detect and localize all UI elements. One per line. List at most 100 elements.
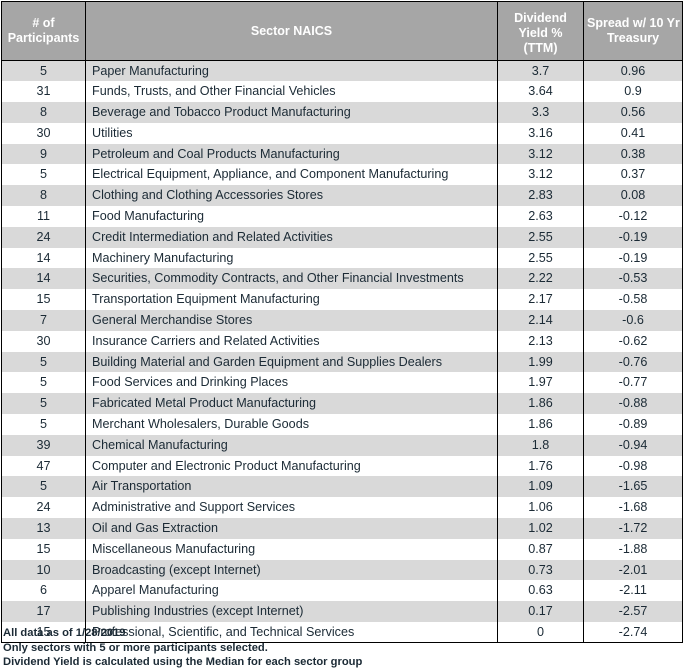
cell-spread[interactable]: -2.57	[583, 601, 683, 623]
cell-yield[interactable]: 2.17	[497, 289, 584, 311]
table-row[interactable]: 5 Merchant Wholesalers, Durable Goods 1.86…	[1, 414, 683, 435]
cell-sector[interactable]: Credit Intermediation and Related Activi…	[85, 226, 498, 248]
cell-participants[interactable]: 9	[1, 143, 86, 165]
table-row[interactable]: 30 Utilities 3.16 0.41	[1, 122, 683, 144]
cell-participants[interactable]: 47	[1, 455, 86, 477]
cell-spread[interactable]: -1.88	[583, 538, 683, 560]
cell-participants[interactable]: 5	[1, 164, 86, 186]
cell-sector[interactable]: Food Services and Drinking Places	[85, 372, 498, 394]
cell-yield[interactable]: 2.55	[497, 226, 584, 248]
cell-spread[interactable]: -0.98	[583, 455, 683, 477]
table-row[interactable]: 7 General Merchandise Stores 2.14 -0.6	[1, 310, 683, 331]
table-row[interactable]: 47 Computer and Electronic Product Manufa…	[1, 455, 683, 477]
cell-yield[interactable]: 3.12	[497, 143, 584, 165]
cell-yield[interactable]: 1.02	[497, 518, 584, 539]
table-row[interactable]: 31 Funds, Trusts, and Other Financial Veh…	[1, 81, 683, 103]
cell-yield[interactable]: 3.12	[497, 164, 584, 186]
cell-yield[interactable]: 2.22	[497, 268, 584, 290]
cell-sector[interactable]: Miscellaneous Manufacturing	[85, 538, 498, 560]
cell-spread[interactable]: -0.89	[583, 414, 683, 435]
cell-spread[interactable]: -2.11	[583, 580, 683, 602]
cell-spread[interactable]: 0.96	[583, 60, 683, 82]
cell-participants[interactable]: 11	[1, 206, 86, 227]
cell-sector[interactable]: Administrative and Support Services	[85, 497, 498, 519]
table-row[interactable]: 15 Miscellaneous Manufacturing 0.87 -1.88	[1, 538, 683, 560]
cell-yield[interactable]: 1.06	[497, 497, 584, 519]
cell-spread[interactable]: -0.19	[583, 226, 683, 248]
cell-participants[interactable]: 7	[1, 310, 86, 331]
table-row[interactable]: 9 Petroleum and Coal Products Manufacturi…	[1, 143, 683, 165]
cell-sector[interactable]: Apparel Manufacturing	[85, 580, 498, 602]
table-row[interactable]: 13 Oil and Gas Extraction 1.02 -1.72	[1, 518, 683, 539]
cell-spread[interactable]: -0.12	[583, 206, 683, 227]
column-header-dividend-yield[interactable]: Dividend Yield % (TTM)	[497, 1, 584, 61]
cell-yield[interactable]: 1.97	[497, 372, 584, 394]
cell-participants[interactable]: 8	[1, 102, 86, 123]
table-row[interactable]: 39 Chemical Manufacturing 1.8 -0.94	[1, 434, 683, 456]
cell-sector[interactable]: Beverage and Tobacco Product Manufacturi…	[85, 102, 498, 123]
table-row[interactable]: 11 Food Manufacturing 2.63 -0.12	[1, 206, 683, 227]
table-row[interactable]: 17 Publishing Industries (except Internet…	[1, 601, 683, 623]
cell-participants[interactable]: 5	[1, 393, 86, 415]
cell-sector[interactable]: Chemical Manufacturing	[85, 434, 498, 456]
cell-sector[interactable]: Publishing Industries (except Internet)	[85, 601, 498, 623]
cell-yield[interactable]: 3.3	[497, 102, 584, 123]
column-header-sector[interactable]: Sector NAICS	[85, 1, 498, 61]
cell-participants[interactable]: 5	[1, 414, 86, 435]
cell-sector[interactable]: Insurance Carriers and Related Activitie…	[85, 330, 498, 352]
table-row[interactable]: 30 Insurance Carriers and Related Activit…	[1, 330, 683, 352]
table-row[interactable]: 15 Transportation Equipment Manufacturing…	[1, 289, 683, 311]
cell-sector[interactable]: Broadcasting (except Internet)	[85, 559, 498, 581]
cell-spread[interactable]: 0.41	[583, 122, 683, 144]
cell-spread[interactable]: -0.58	[583, 289, 683, 311]
table-row[interactable]: 5 Building Material and Garden Equipment …	[1, 351, 683, 373]
cell-spread[interactable]: -2.01	[583, 559, 683, 581]
table-row[interactable]: 8 Clothing and Clothing Accessories Store…	[1, 185, 683, 207]
cell-yield[interactable]: 1.76	[497, 455, 584, 477]
cell-yield[interactable]: 0.73	[497, 559, 584, 581]
cell-sector[interactable]: Food Manufacturing	[85, 206, 498, 227]
cell-participants[interactable]: 10	[1, 559, 86, 581]
cell-spread[interactable]: -0.19	[583, 247, 683, 269]
cell-sector[interactable]: General Merchandise Stores	[85, 310, 498, 331]
cell-spread[interactable]: 0.56	[583, 102, 683, 123]
cell-participants[interactable]: 24	[1, 226, 86, 248]
table-row[interactable]: 5 Food Services and Drinking Places 1.97 -0…	[1, 372, 683, 394]
cell-participants[interactable]: 15	[1, 289, 86, 311]
cell-participants[interactable]: 5	[1, 476, 86, 498]
cell-participants[interactable]: 13	[1, 518, 86, 539]
cell-yield[interactable]: 2.14	[497, 310, 584, 331]
cell-sector[interactable]: Paper Manufacturing	[85, 60, 498, 82]
table-row[interactable]: 5 Fabricated Metal Product Manufacturing 1…	[1, 393, 683, 415]
table-row[interactable]: 24 Credit Intermediation and Related Acti…	[1, 226, 683, 248]
cell-yield[interactable]: 2.55	[497, 247, 584, 269]
cell-participants[interactable]: 15	[1, 538, 86, 560]
cell-sector[interactable]: Computer and Electronic Product Manufact…	[85, 455, 498, 477]
cell-sector[interactable]: Utilities	[85, 122, 498, 144]
table-row[interactable]: 8 Beverage and Tobacco Product Manufactur…	[1, 102, 683, 123]
cell-yield[interactable]: 3.16	[497, 122, 584, 144]
column-header-participants[interactable]: # of Participants	[1, 1, 86, 61]
cell-yield[interactable]: 1.99	[497, 351, 584, 373]
cell-spread[interactable]: -1.72	[583, 518, 683, 539]
cell-sector[interactable]: Funds, Trusts, and Other Financial Vehic…	[85, 81, 498, 103]
cell-sector[interactable]: Securities, Commodity Contracts, and Oth…	[85, 268, 498, 290]
cell-yield[interactable]: 2.13	[497, 330, 584, 352]
cell-yield[interactable]: 0.17	[497, 601, 584, 623]
cell-participants[interactable]: 14	[1, 247, 86, 269]
cell-spread[interactable]: -0.6	[583, 310, 683, 331]
table-row[interactable]: 5 Paper Manufacturing 3.7 0.96	[1, 60, 683, 82]
cell-yield[interactable]: 2.63	[497, 206, 584, 227]
cell-spread[interactable]: -0.62	[583, 330, 683, 352]
table-row[interactable]: 10 Broadcasting (except Internet) 0.73 -2.0…	[1, 559, 683, 581]
cell-participants[interactable]: 30	[1, 330, 86, 352]
cell-sector[interactable]: Building Material and Garden Equipment a…	[85, 351, 498, 373]
cell-participants[interactable]: 17	[1, 601, 86, 623]
cell-spread[interactable]: -0.88	[583, 393, 683, 415]
cell-sector[interactable]: Machinery Manufacturing	[85, 247, 498, 269]
table-row[interactable]: 24 Administrative and Support Services 1.0…	[1, 497, 683, 519]
table-row[interactable]: 14 Securities, Commodity Contracts, and O…	[1, 268, 683, 290]
cell-participants[interactable]: 14	[1, 268, 86, 290]
cell-participants[interactable]: 30	[1, 122, 86, 144]
cell-sector[interactable]: Oil and Gas Extraction	[85, 518, 498, 539]
